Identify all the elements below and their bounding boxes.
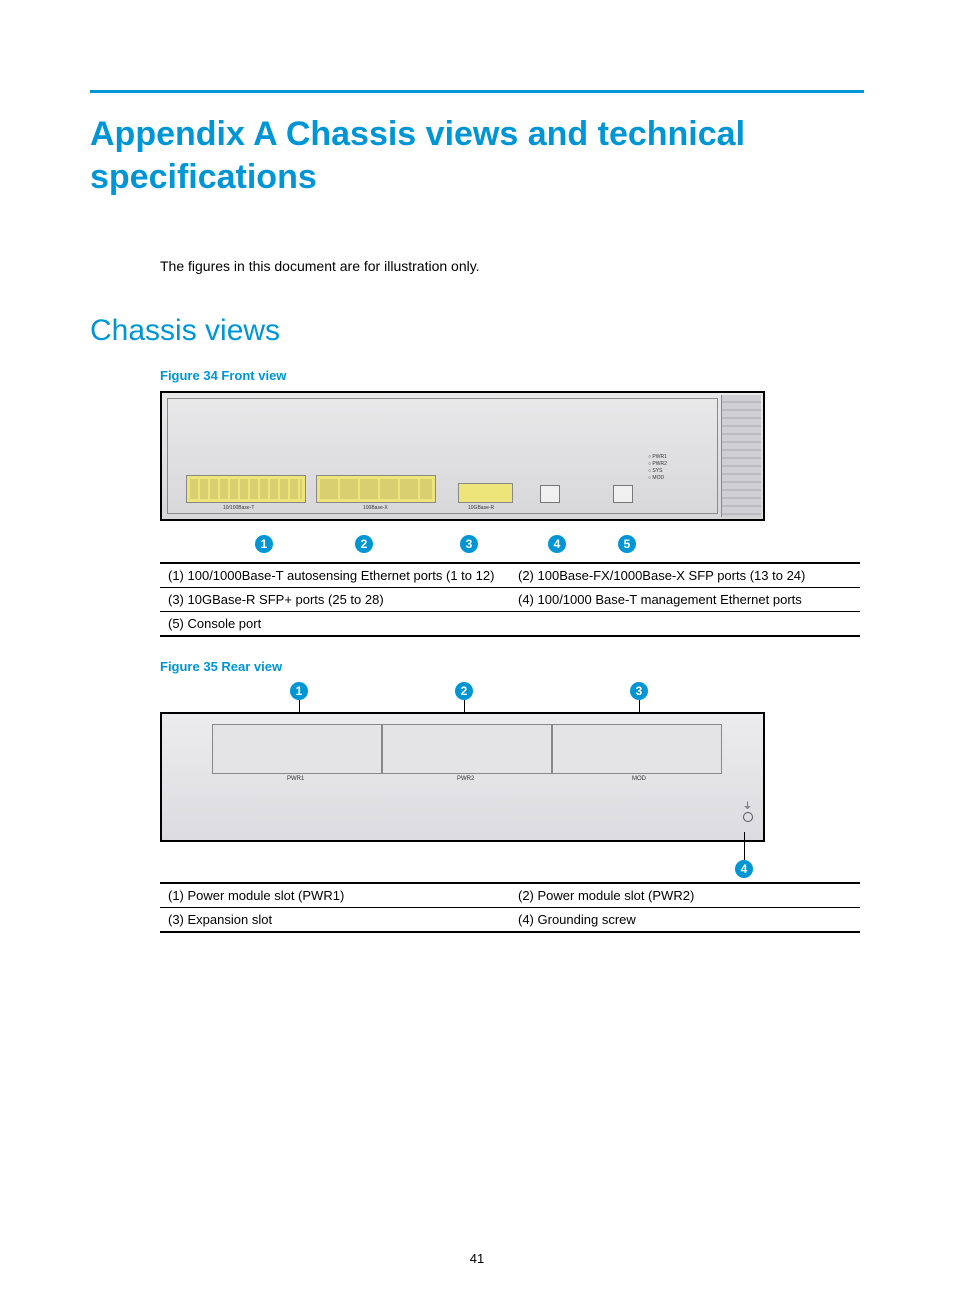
ports-1-12 [186,475,306,503]
pwr1-label: PWR1 [287,776,304,782]
mgmt-port [540,485,560,503]
pwr2-label: PWR2 [457,776,474,782]
page-number: 41 [0,1251,954,1266]
legend-cell: (4) Grounding screw [510,908,860,933]
legend-cell [510,612,860,637]
led-pwr2: PWR2 [652,461,666,467]
figure-35-top-callouts: 1 2 3 [160,682,765,712]
callout-1: 1 [290,682,308,700]
callout-4: 4 [548,535,566,553]
legend-cell: (1) 100/1000Base-T autosensing Ethernet … [160,563,510,588]
led-labels: ○ PWR1 ○ PWR2 ○ SYS ○ MOD [648,454,667,482]
callout-3: 3 [460,535,478,553]
led-sys: SYS [652,468,662,474]
table-row: (3) Expansion slot (4) Grounding screw [160,908,860,933]
figure-35-bottom-callout: 4 [160,842,765,882]
callout-line [744,832,745,860]
legend-cell: (2) 100Base-FX/1000Base-X SFP ports (13 … [510,563,860,588]
sfp-ports-13-24 [316,475,436,503]
legend-cell: (4) 100/1000 Base-T management Ethernet … [510,588,860,612]
callout-3: 3 [630,682,648,700]
figure-35-legend: (1) Power module slot (PWR1) (2) Power m… [160,882,860,933]
page-title: Appendix A Chassis views and technical s… [90,113,864,198]
led-pwr1: PWR1 [652,454,666,460]
console-port [613,485,633,503]
grounding-screw-icon [743,812,753,822]
callout-1: 1 [255,535,273,553]
mod-label: MOD [632,776,646,782]
top-rule [90,90,864,93]
table-row: (1) 100/1000Base-T autosensing Ethernet … [160,563,860,588]
pwr1-slot [212,724,382,774]
callout-2: 2 [355,535,373,553]
table-row: (3) 10GBase-R SFP+ ports (25 to 28) (4) … [160,588,860,612]
figure-34-legend: (1) 100/1000Base-T autosensing Ethernet … [160,562,860,637]
legend-cell: (1) Power module slot (PWR1) [160,883,510,908]
sfp-plus-25-28 [458,483,513,503]
figure-35-caption: Figure 35 Rear view [160,659,864,674]
front-panel: 10/100Base-T 100Base-X 10GBase-R ○ PWR1 … [167,398,718,514]
figure-34-caption: Figure 34 Front view [160,368,864,383]
callout-4: 4 [735,860,753,878]
table-row: (1) Power module slot (PWR1) (2) Power m… [160,883,860,908]
section-heading: Chassis views [90,314,864,348]
port-label-b: 100Base-X [363,505,388,511]
table-row: (5) Console port [160,612,860,637]
intro-text: The figures in this document are for ill… [160,258,864,274]
vent-slots [721,395,761,517]
legend-cell: (5) Console port [160,612,510,637]
front-chassis-diagram: 10/100Base-T 100Base-X 10GBase-R ○ PWR1 … [160,391,765,521]
pwr2-slot [382,724,552,774]
mod-slot [552,724,722,774]
figure-34-callouts: 1 2 3 4 5 [160,527,765,562]
port-label-c: 10GBase-R [468,505,494,511]
figure-34: 10/100Base-T 100Base-X 10GBase-R ○ PWR1 … [160,391,864,521]
rear-chassis-diagram: PWR1 PWR2 MOD [160,712,765,842]
callout-2: 2 [455,682,473,700]
port-label-a: 10/100Base-T [223,505,254,511]
legend-cell: (2) Power module slot (PWR2) [510,883,860,908]
legend-cell: (3) Expansion slot [160,908,510,933]
led-mod: MOD [652,475,664,481]
callout-5: 5 [618,535,636,553]
legend-cell: (3) 10GBase-R SFP+ ports (25 to 28) [160,588,510,612]
